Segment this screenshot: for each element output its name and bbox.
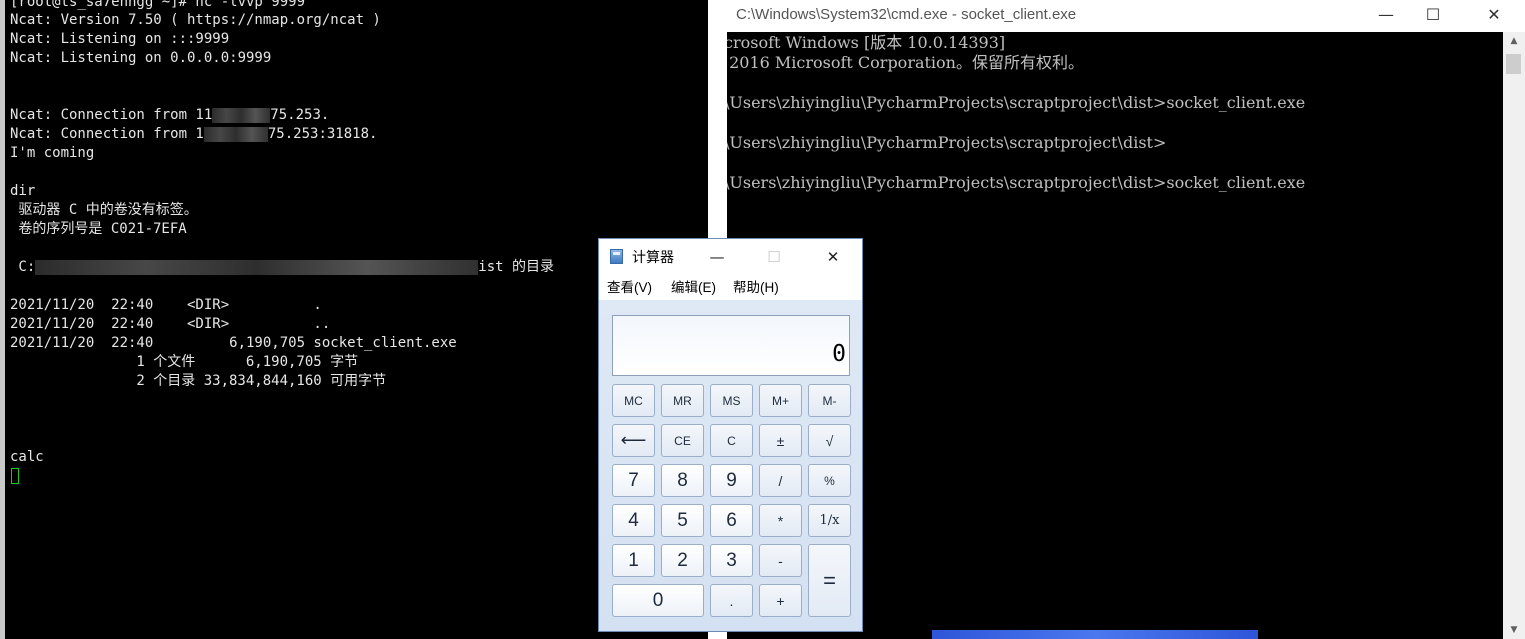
digit-9-button[interactable]: 9 [710, 464, 753, 497]
memory-subtract-button[interactable]: M- [808, 384, 851, 417]
terminal-line: Ncat: Connection from 11 75.253. [10, 106, 329, 125]
terminal-line: Ncat: Listening on 0.0.0.0:9999 [10, 50, 272, 66]
console-line: crosoft Windows [版本 10.0.14393] [727, 33, 1006, 52]
scroll-thumb[interactable] [1506, 54, 1521, 74]
close-button[interactable]: ✕ [1471, 0, 1517, 30]
divide-button[interactable]: / [759, 464, 802, 497]
console-line: 2016 Microsoft Corporation。保留所有权利。 [727, 53, 1084, 72]
square-root-button[interactable]: √ [808, 424, 851, 457]
redacted-ip-blur [212, 107, 271, 123]
digit-6-button[interactable]: 6 [710, 504, 753, 537]
window-title: 计算器 [632, 249, 674, 265]
backspace-button[interactable]: ⟵ [612, 424, 655, 457]
window-title: C:\Windows\System32\cmd.exe - socket_cli… [736, 6, 1077, 23]
maximize-button[interactable]: ☐ [1410, 0, 1456, 30]
percent-button[interactable]: % [808, 464, 851, 497]
cmd-titlebar[interactable]: C:\Windows\System32\cmd.exe - socket_cli… [727, 0, 1525, 32]
plus-minus-button[interactable]: ± [759, 424, 802, 457]
clear-entry-button[interactable]: CE [661, 424, 704, 457]
console-line: \Users\zhiyingliu\PycharmProjects\scrapt… [727, 93, 1306, 112]
digit-7-button[interactable]: 7 [612, 464, 655, 497]
terminal-line: 2021/11/20 22:40 <DIR> . [10, 297, 322, 313]
terminal-text: 75.253. [270, 107, 330, 123]
reciprocal-button[interactable]: 1/x [808, 504, 851, 537]
calculator-window[interactable]: 计算器 — ☐ ✕ 查看(V) 编辑(E) 帮助(H) 0 MC MR MS M… [598, 238, 863, 632]
digit-1-button[interactable]: 1 [612, 544, 655, 577]
background-window-strip [932, 630, 1258, 639]
redacted-ip-blur [203, 126, 268, 142]
scroll-up-icon[interactable]: ▲ [1503, 32, 1525, 50]
menu-edit[interactable]: 编辑(E) [671, 275, 716, 300]
terminal-text: ist 的目录 [478, 259, 555, 275]
terminal-text: Ncat: Connection from 1 [10, 126, 204, 142]
terminal-line: 1 个文件 6,190,705 字节 [10, 354, 359, 370]
redacted-path-blur [35, 259, 479, 275]
minimize-button[interactable]: — [1363, 0, 1409, 30]
terminal-line: Ncat: Version 7.50 ( https://nmap.org/nc… [10, 12, 381, 28]
digit-8-button[interactable]: 8 [661, 464, 704, 497]
maximize-button: ☐ [767, 248, 781, 266]
terminal-line: 卷的序列号是 C021-7EFA [10, 221, 187, 237]
memory-clear-button[interactable]: MC [612, 384, 655, 417]
terminal-line: 2021/11/20 22:40 <DIR> .. [10, 316, 331, 332]
memory-store-button[interactable]: MS [710, 384, 753, 417]
menu-bar: 查看(V) 编辑(E) 帮助(H) [599, 275, 862, 300]
calculator-body: 0 MC MR MS M+ M- ⟵ CE C ± √ 7 8 9 / % 4 … [599, 300, 862, 631]
terminal-line: 2 个目录 33,834,844,160 可用字节 [10, 373, 387, 389]
vertical-scrollbar[interactable]: ▲ ▼ [1503, 32, 1525, 639]
terminal-text: 75.253:31818. [267, 126, 378, 142]
terminal-line: Ncat: Connection from 1 75.253:31818. [10, 125, 377, 144]
terminal-cursor [11, 468, 19, 484]
memory-add-button[interactable]: M+ [759, 384, 802, 417]
display-value: 0 [832, 341, 846, 367]
clear-button[interactable]: C [710, 424, 753, 457]
menu-help[interactable]: 帮助(H) [733, 275, 779, 300]
digit-5-button[interactable]: 5 [661, 504, 704, 537]
multiply-button[interactable]: * [759, 504, 802, 537]
calculator-titlebar[interactable]: 计算器 — ☐ ✕ [599, 239, 862, 275]
digit-4-button[interactable]: 4 [612, 504, 655, 537]
decimal-point-button[interactable]: . [710, 584, 753, 617]
terminal-line: Ncat: Listening on :::9999 [10, 31, 230, 47]
calculator-display: 0 [612, 315, 850, 376]
calculator-app-icon [610, 249, 623, 264]
scroll-down-icon[interactable]: ▼ [1503, 621, 1525, 639]
memory-recall-button[interactable]: MR [661, 384, 704, 417]
console-line: \Users\zhiyingliu\PycharmProjects\scrapt… [727, 133, 1167, 152]
add-button[interactable]: + [759, 584, 802, 617]
terminal-line: dir [10, 183, 36, 199]
close-button[interactable]: ✕ [810, 239, 856, 275]
digit-3-button[interactable]: 3 [710, 544, 753, 577]
menu-view[interactable]: 查看(V) [607, 275, 652, 300]
terminal-line: calc [10, 449, 44, 465]
minimize-button[interactable]: — [694, 239, 740, 275]
subtract-button[interactable]: - [759, 544, 802, 577]
terminal-line: 驱动器 C 中的卷没有标签。 [10, 202, 198, 218]
equals-button[interactable]: = [808, 544, 851, 617]
digit-2-button[interactable]: 2 [661, 544, 704, 577]
terminal-line: C: ist 的目录 [10, 258, 554, 277]
terminal-line: I'm coming [10, 145, 95, 161]
terminal-text: C: [10, 259, 36, 275]
terminal-text: Ncat: Connection from 11 [10, 107, 213, 123]
console-line: \Users\zhiyingliu\PycharmProjects\scrapt… [727, 173, 1306, 192]
digit-0-button[interactable]: 0 [612, 584, 704, 617]
terminal-line: 2021/11/20 22:40 6,190,705 socket_client… [10, 335, 457, 351]
